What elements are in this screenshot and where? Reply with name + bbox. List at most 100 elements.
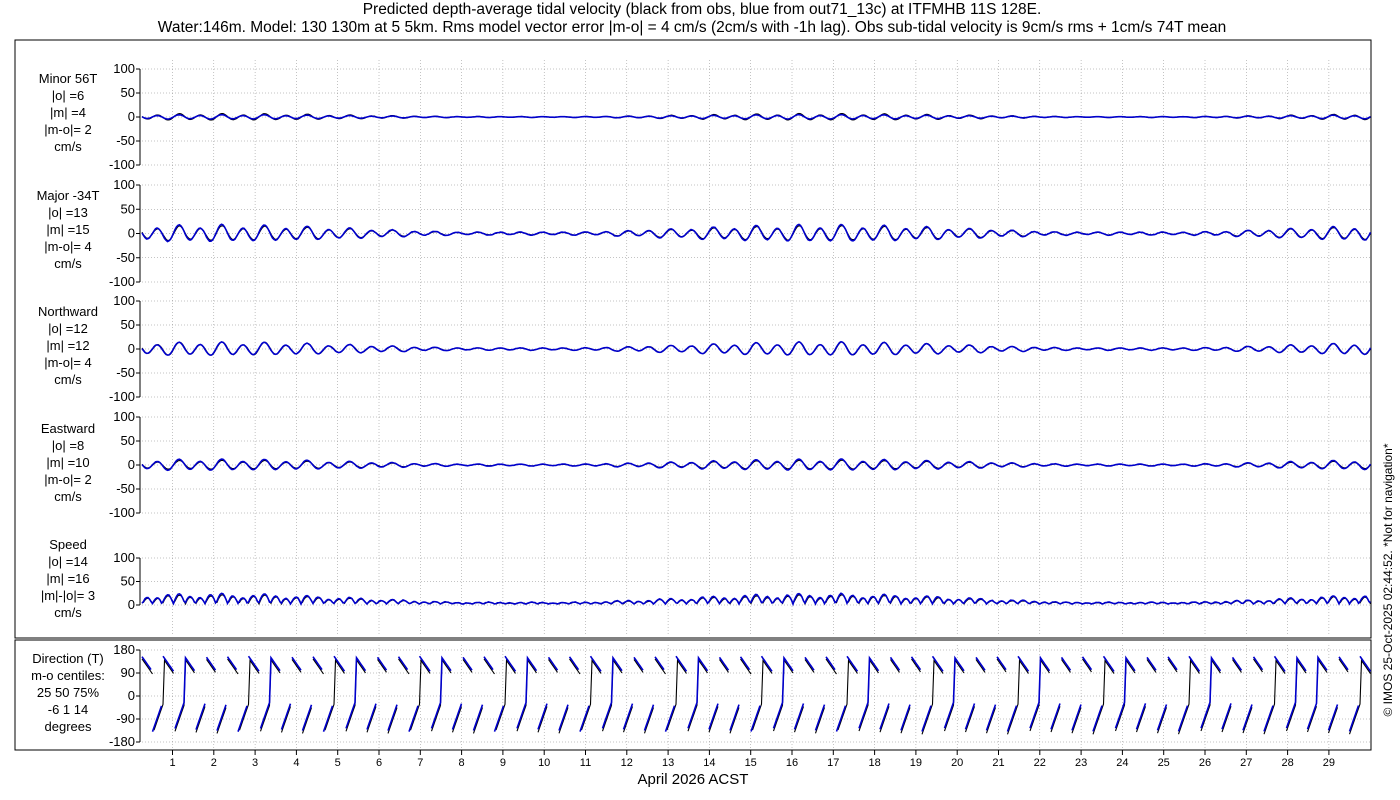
series-line-obs [1167, 658, 1178, 673]
x-tick-label: 5 [335, 757, 341, 769]
panel-label-line: |m| =10 [46, 455, 89, 470]
series-line-obs [1253, 658, 1263, 673]
y-tick-label: -180 [109, 734, 135, 749]
series-line-model [1327, 704, 1339, 731]
panel-label-line: Northward [38, 304, 98, 319]
series-line-model [1263, 705, 1274, 732]
series-line-model [1177, 705, 1189, 732]
y-tick-label: -90 [116, 711, 135, 726]
series-line-model [558, 704, 569, 731]
series-line-model [579, 705, 590, 732]
x-tick-label: 22 [1034, 757, 1046, 769]
title-line-1: Predicted depth-average tidal velocity (… [363, 1, 1042, 18]
series-line-obs [195, 706, 206, 733]
series-line-model [1135, 703, 1147, 730]
series-line-model [1348, 705, 1360, 732]
panel-label-line: |o| =6 [52, 88, 84, 103]
series-line-obs [1317, 659, 1328, 673]
series-line-model [366, 703, 377, 730]
series-line-model [408, 705, 419, 732]
panel-label-line: Minor 56T [39, 71, 98, 86]
panel-label-line: |m| =4 [50, 105, 86, 120]
panel-label-line: |m-o|= 2 [44, 472, 92, 487]
series-line-obs [377, 659, 387, 673]
series-line-obs [291, 659, 302, 673]
y-tick-label: 0 [128, 457, 135, 472]
series-line-obs [1327, 707, 1339, 734]
series-line-obs [1232, 659, 1242, 673]
series-line-model [750, 705, 761, 732]
y-tick-label: 100 [113, 409, 135, 424]
panel-label-line: |m| =12 [46, 338, 89, 353]
series-line-model [493, 705, 505, 732]
y-tick-label: 50 [121, 433, 135, 448]
y-tick-label: -100 [109, 157, 135, 172]
series-line-model [1231, 656, 1243, 671]
series-line-obs [1071, 707, 1082, 734]
y-tick-label: 0 [128, 226, 135, 241]
x-tick-label: 16 [786, 757, 798, 769]
series-line-model [654, 656, 665, 671]
series-line-obs [879, 706, 890, 733]
panel-label-line: cm/s [54, 139, 82, 154]
series-line-model [1050, 703, 1061, 730]
series-line-model [1092, 705, 1103, 732]
x-tick-label: 9 [500, 757, 506, 769]
x-tick-label: 18 [868, 757, 880, 769]
panel-label-line: degrees [45, 719, 92, 734]
series-line-model [910, 656, 922, 671]
panel-label-line: m-o centiles: [31, 668, 105, 683]
series-line-model [301, 704, 313, 731]
series-line-model [1156, 704, 1168, 731]
y-tick-label: 100 [113, 61, 135, 76]
panel-label-line: 25 50 75% [37, 685, 100, 700]
series-line-model [483, 656, 494, 671]
series-line-model [729, 704, 740, 731]
series-line-obs [1156, 707, 1168, 734]
x-tick-label: 17 [827, 757, 839, 769]
series-line-model [1167, 656, 1178, 671]
series-line-model [312, 656, 323, 671]
series-line-model [1242, 704, 1253, 731]
series-line-model [237, 705, 248, 732]
y-tick-label: 100 [113, 177, 135, 192]
series-line-obs [312, 658, 324, 675]
series-line-obs [1338, 658, 1349, 673]
series-line-obs [890, 659, 900, 673]
series-line-obs [537, 706, 548, 733]
x-tick-label: 19 [910, 757, 922, 769]
series-line-model [964, 703, 976, 730]
y-tick-label: 0 [128, 688, 135, 703]
series-line-model [718, 656, 730, 671]
x-tick-label: 11 [580, 757, 591, 769]
series-line-model [814, 704, 826, 731]
series-line-model [622, 703, 634, 730]
series-line-model [804, 656, 815, 671]
x-tick-label: 10 [538, 757, 550, 769]
series-line-model [226, 656, 238, 671]
y-tick-label: 0 [128, 341, 135, 356]
series-line-obs [740, 658, 752, 675]
series-line-obs [985, 707, 997, 734]
x-tick-label: 15 [745, 757, 757, 769]
series-line-model [462, 656, 473, 671]
series-line-obs [814, 707, 826, 734]
x-tick-label: 23 [1075, 757, 1087, 769]
series-line-model [1006, 705, 1018, 732]
y-tick-label: 100 [113, 550, 135, 565]
series-line-model [1221, 703, 1232, 730]
series-line-model [472, 704, 484, 731]
series-line-model [835, 705, 847, 732]
series-line-obs [548, 659, 558, 673]
series-line-obs [622, 706, 634, 733]
x-tick-label: 26 [1199, 757, 1211, 769]
series-line-obs [1242, 707, 1253, 734]
x-tick-label: 14 [703, 757, 715, 769]
series-line-obs [654, 658, 666, 675]
series-line-obs [825, 658, 837, 675]
y-tick-label: -100 [109, 274, 135, 289]
y-tick-label: 90 [121, 665, 135, 680]
series-line-model [568, 656, 580, 671]
tidal-velocity-figure: Predicted depth-average tidal velocity (… [14, 1, 1395, 788]
y-tick-label: 180 [113, 642, 135, 657]
